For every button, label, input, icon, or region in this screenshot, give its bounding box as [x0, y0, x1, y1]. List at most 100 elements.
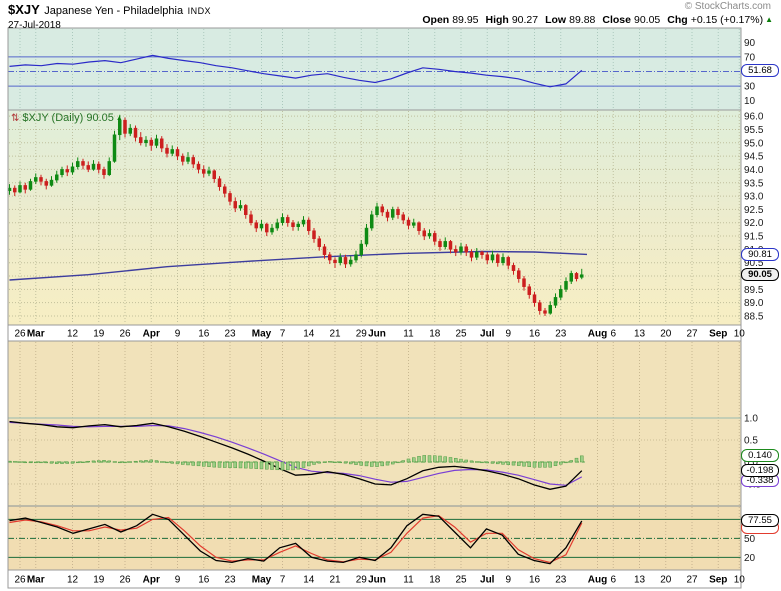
- svg-text:93.5: 93.5: [744, 178, 764, 189]
- svg-text:94.0: 94.0: [744, 165, 764, 176]
- quote-label: Open: [422, 14, 450, 26]
- symbol-name: Japanese Yen - Philadelphia: [44, 5, 184, 17]
- svg-text:20: 20: [744, 553, 756, 564]
- macd-hist-bubble: 0.140: [741, 449, 779, 463]
- stoch-black-bubble: 77.55: [741, 514, 779, 528]
- svg-text:9: 9: [175, 329, 181, 340]
- svg-text:18: 18: [429, 575, 441, 586]
- svg-text:26: 26: [119, 575, 131, 586]
- quote-label: Close: [602, 14, 631, 26]
- svg-text:Sep: Sep: [709, 575, 727, 586]
- svg-text:26: 26: [14, 575, 26, 586]
- svg-text:27: 27: [686, 329, 698, 340]
- svg-text:23: 23: [555, 575, 567, 586]
- macd-line-bubble: -0.198: [741, 464, 779, 478]
- svg-text:Aug: Aug: [588, 329, 607, 340]
- ma-value-bubble: 90.81: [741, 247, 779, 261]
- svg-text:20: 20: [660, 329, 672, 340]
- svg-text:89.0: 89.0: [744, 298, 764, 309]
- svg-text:96.0: 96.0: [744, 112, 764, 123]
- svg-text:95.0: 95.0: [744, 138, 764, 149]
- svg-text:Mar: Mar: [27, 575, 45, 586]
- svg-text:25: 25: [455, 329, 467, 340]
- svg-text:12: 12: [67, 329, 79, 340]
- svg-text:10: 10: [744, 96, 756, 107]
- svg-text:89.5: 89.5: [744, 285, 764, 296]
- quote-value: +0.15 (+0.17%): [690, 14, 764, 26]
- svg-text:23: 23: [224, 329, 236, 340]
- svg-text:Jun: Jun: [368, 329, 386, 340]
- svg-text:26: 26: [119, 329, 131, 340]
- quote-label: High: [485, 14, 509, 26]
- quote-value: 90.27: [511, 14, 539, 26]
- quote-label: Chg: [667, 14, 688, 26]
- svg-text:93.0: 93.0: [744, 192, 764, 203]
- svg-text:7: 7: [280, 329, 286, 340]
- close-price-bubble: 90.05: [741, 268, 779, 282]
- svg-text:29: 29: [356, 575, 368, 586]
- svg-text:95.5: 95.5: [744, 125, 764, 136]
- svg-text:92.0: 92.0: [744, 218, 764, 229]
- svg-text:94.5: 94.5: [744, 152, 764, 163]
- svg-text:Mar: Mar: [27, 329, 45, 340]
- svg-text:0.5: 0.5: [744, 436, 758, 447]
- svg-text:21: 21: [329, 329, 341, 340]
- quote-label: Low: [545, 14, 567, 26]
- price-panel-legend: ⇅ $XJY (Daily) 90.05 ▲: [11, 112, 123, 124]
- svg-text:21: 21: [329, 575, 341, 586]
- svg-text:19: 19: [93, 575, 105, 586]
- svg-text:18: 18: [429, 329, 441, 340]
- svg-text:70: 70: [744, 52, 756, 63]
- chart-style-icon: ⇅: [11, 113, 20, 124]
- svg-text:6: 6: [610, 575, 616, 586]
- svg-text:23: 23: [555, 329, 567, 340]
- quote-value: 90.05: [633, 14, 661, 26]
- svg-text:9: 9: [505, 329, 511, 340]
- svg-text:50: 50: [744, 534, 756, 545]
- svg-text:12: 12: [67, 575, 79, 586]
- svg-text:10: 10: [734, 575, 746, 586]
- svg-text:27: 27: [686, 575, 698, 586]
- stockcharts-credit: © StockCharts.com: [684, 1, 771, 12]
- svg-text:Apr: Apr: [143, 575, 160, 586]
- svg-text:1.0: 1.0: [744, 414, 758, 425]
- stockcharts-chart-page: $XJY Japanese Yen - Philadelphia INDX 27…: [0, 0, 781, 591]
- svg-text:Sep: Sep: [709, 329, 727, 340]
- svg-text:13: 13: [634, 575, 646, 586]
- chart-canvas: 90 70 30 10 96.0 95.5 95.0 94.5 94.0 93.5 93.0 92.5…: [7, 27, 764, 589]
- svg-text:90: 90: [744, 38, 756, 49]
- svg-text:10: 10: [734, 329, 746, 340]
- svg-text:16: 16: [198, 329, 210, 340]
- svg-text:14: 14: [303, 575, 315, 586]
- svg-text:26: 26: [14, 329, 26, 340]
- svg-text:88.5: 88.5: [744, 312, 764, 323]
- svg-text:11: 11: [403, 575, 414, 586]
- symbol-exchange: INDX: [187, 6, 212, 16]
- svg-text:Aug: Aug: [588, 575, 607, 586]
- svg-text:30: 30: [744, 82, 756, 93]
- svg-text:May: May: [252, 575, 272, 586]
- svg-text:9: 9: [505, 575, 511, 586]
- svg-text:6: 6: [610, 329, 616, 340]
- svg-text:14: 14: [303, 329, 315, 340]
- rsi-value-bubble: 51.68: [741, 63, 779, 77]
- chart-date: 27-Jul-2018: [8, 20, 61, 31]
- svg-text:Jul: Jul: [480, 575, 495, 586]
- svg-text:Jul: Jul: [480, 329, 495, 340]
- quote-value: 89.95: [452, 14, 479, 26]
- svg-text:16: 16: [529, 329, 541, 340]
- svg-text:Jun: Jun: [368, 575, 386, 586]
- change-up-arrow-icon: ▲: [765, 15, 773, 24]
- svg-text:11: 11: [403, 329, 414, 340]
- quote-value: 89.88: [569, 14, 596, 26]
- svg-text:16: 16: [529, 575, 541, 586]
- svg-text:23: 23: [224, 575, 236, 586]
- svg-text:13: 13: [634, 329, 646, 340]
- svg-text:91.5: 91.5: [744, 232, 764, 243]
- svg-text:20: 20: [660, 575, 672, 586]
- svg-text:29: 29: [356, 329, 368, 340]
- svg-text:Apr: Apr: [143, 329, 160, 340]
- chart-header: $XJY Japanese Yen - Philadelphia INDX 27…: [8, 1, 211, 31]
- svg-text:7: 7: [280, 575, 286, 586]
- svg-text:9: 9: [175, 575, 181, 586]
